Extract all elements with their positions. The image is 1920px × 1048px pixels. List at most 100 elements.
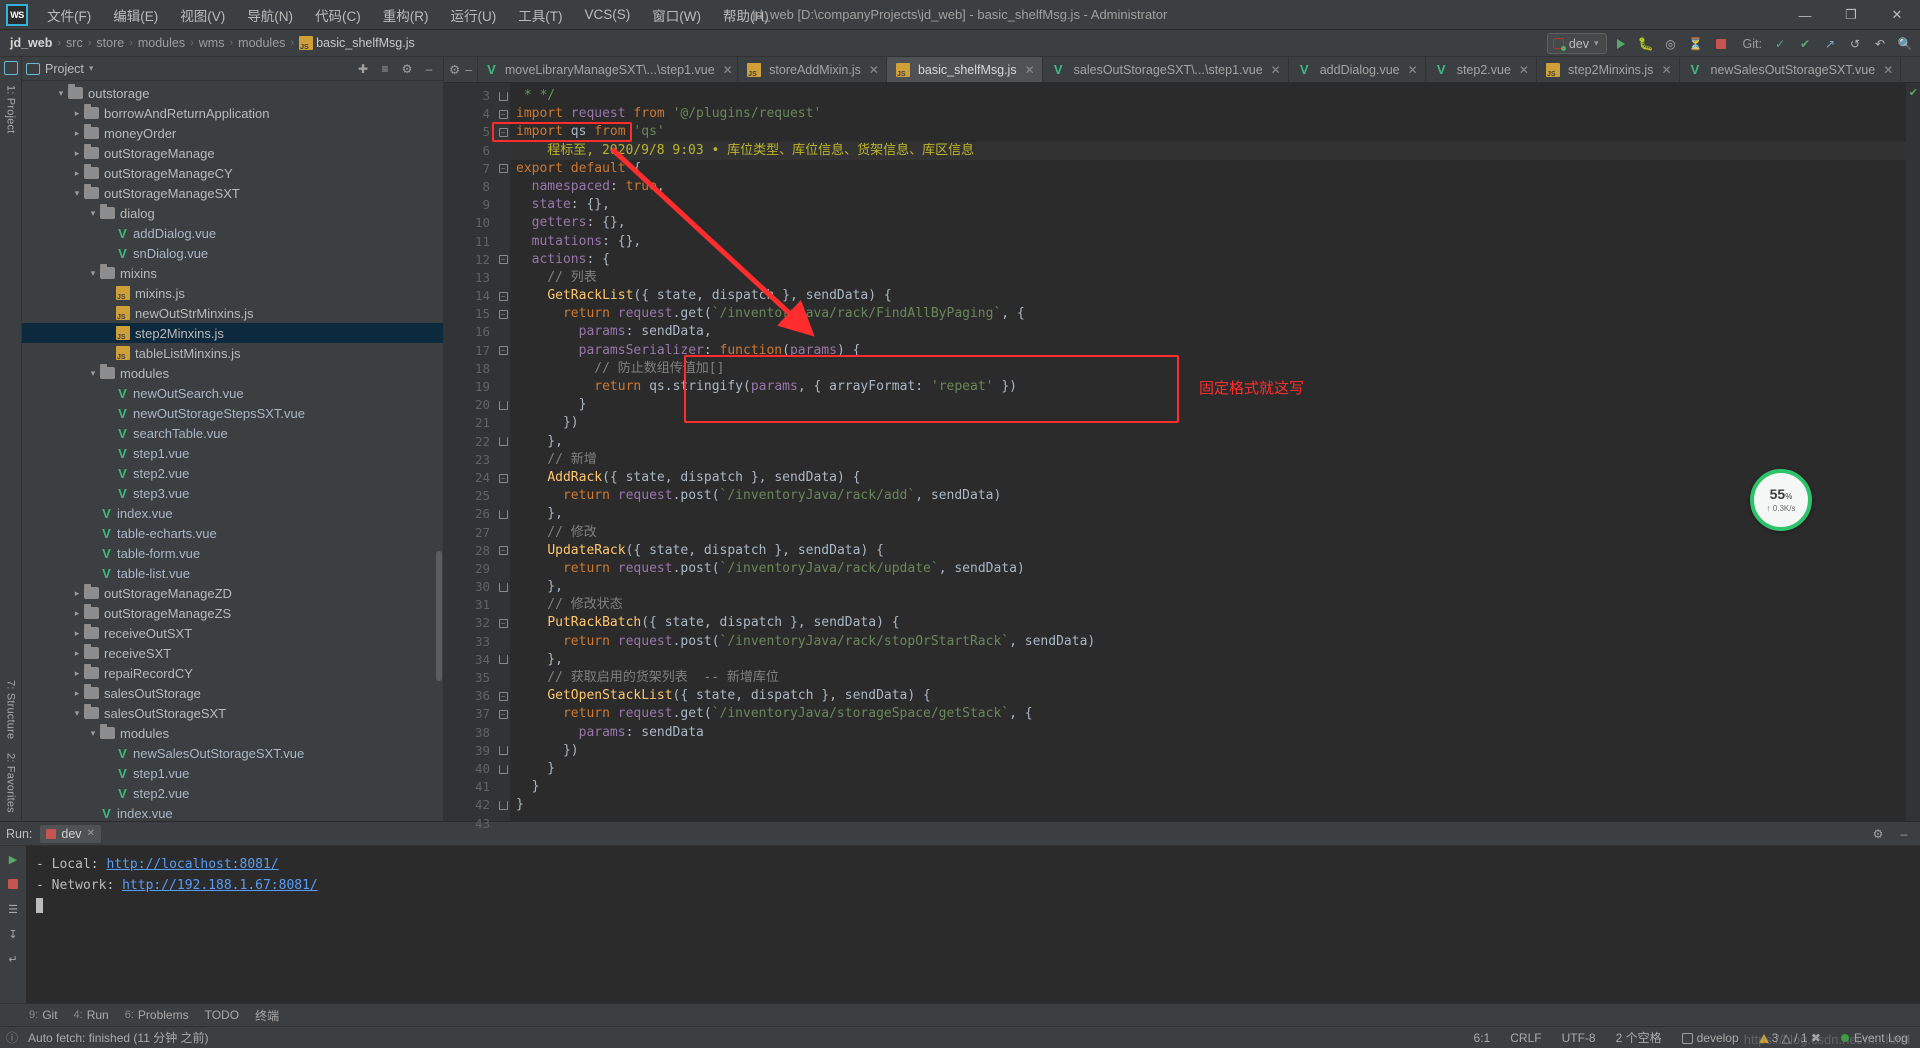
fold-marker[interactable]: −	[496, 687, 510, 705]
hide-panel-icon[interactable]: –	[1894, 824, 1914, 844]
chevron-down-icon[interactable]: ▾	[70, 708, 84, 718]
code-line[interactable]: }	[510, 778, 1906, 796]
code-line[interactable]: paramsSerializer: function(params) {	[510, 342, 1906, 360]
git-update-icon[interactable]: ✓	[1769, 33, 1791, 55]
tree-folder-row[interactable]: ▾ outstorage	[22, 83, 443, 103]
code-line[interactable]: GetRackList({ state, dispatch }, sendDat…	[510, 287, 1906, 305]
breadcrumb-item[interactable]: modules	[234, 35, 289, 51]
chevron-down-icon[interactable]: ▾	[86, 268, 100, 278]
tree-file-row[interactable]: Vtable-form.vue	[22, 543, 443, 563]
tree-file-row[interactable]: step2Minxins.js	[22, 323, 443, 343]
indent-setting[interactable]: 2 个空格	[1612, 1028, 1666, 1047]
tool-terminal[interactable]: 终端	[248, 1005, 286, 1026]
fold-marker[interactable]: −	[496, 251, 510, 269]
settings-gear-icon[interactable]: ⚙	[449, 62, 460, 77]
code-line[interactable]: },	[510, 505, 1906, 523]
code-line[interactable]: // 列表	[510, 269, 1906, 287]
code-line[interactable]: state: {},	[510, 196, 1906, 214]
run-configuration-selector[interactable]: dev ▾	[1546, 33, 1607, 54]
code-line[interactable]: export default {	[510, 160, 1906, 178]
tree-folder-row[interactable]: ▾ salesOutStorageSXT	[22, 703, 443, 723]
tree-folder-row[interactable]: ▾ modules	[22, 363, 443, 383]
tree-folder-row[interactable]: ▸ receiveSXT	[22, 643, 443, 663]
fold-marker[interactable]: −	[496, 542, 510, 560]
tree-file-row[interactable]: Vindex.vue	[22, 803, 443, 821]
tree-folder-row[interactable]: ▸ outStorageManageZS	[22, 603, 443, 623]
code-line[interactable]: * */	[510, 87, 1906, 105]
code-line[interactable]: }	[510, 796, 1906, 814]
chevron-right-icon[interactable]: ▸	[70, 108, 84, 118]
fold-marker[interactable]: −	[496, 160, 510, 178]
code-content[interactable]: * */ import request from '@/plugins/reque…	[510, 83, 1906, 821]
breadcrumb-item[interactable]: wms	[195, 35, 229, 51]
close-icon[interactable]: ✕	[723, 63, 733, 77]
editor-tab[interactable]: VnewSalesOutStorageSXT.vue ✕	[1680, 57, 1902, 82]
tree-file-row[interactable]: Vstep2.vue	[22, 463, 443, 483]
tool-problems[interactable]: 6: Problems	[118, 1006, 196, 1024]
code-line[interactable]: UpdateRack({ state, dispatch }, sendData…	[510, 542, 1906, 560]
menu-view[interactable]: 视图(V)	[169, 1, 236, 29]
fold-marker[interactable]	[496, 578, 510, 596]
chevron-down-icon[interactable]: ▾	[86, 208, 100, 218]
code-line[interactable]: })	[510, 414, 1906, 432]
tree-file-row[interactable]: newOutStrMinxins.js	[22, 303, 443, 323]
tree-folder-row[interactable]: ▸ repaiRecordCY	[22, 663, 443, 683]
expand-all-icon[interactable]: ✚	[353, 59, 373, 79]
run-tab-dev[interactable]: dev ✕	[40, 824, 101, 843]
code-line[interactable]: },	[510, 578, 1906, 596]
code-line[interactable]: return request.get(`/inventoryJava/rack/…	[510, 305, 1906, 323]
project-file-tree[interactable]: ▾ outstorage ▸ borrowAndReturnApplication ▸ m…	[22, 81, 443, 821]
editor-marker-strip[interactable]: ✔	[1906, 83, 1920, 821]
close-icon[interactable]: ✕	[1271, 63, 1281, 77]
hide-tabs-icon[interactable]: –	[465, 63, 472, 77]
tree-file-row[interactable]: Vstep2.vue	[22, 783, 443, 803]
editor-tab[interactable]: VaddDialog.vue ✕	[1289, 57, 1426, 82]
tree-file-row[interactable]: Vtable-list.vue	[22, 563, 443, 583]
chevron-down-icon[interactable]: ▾	[86, 728, 100, 738]
editor-tab[interactable]: VmoveLibraryManageSXT\...\step1.vue ✕	[478, 57, 739, 82]
tree-folder-row[interactable]: ▸ borrowAndReturnApplication	[22, 103, 443, 123]
fold-marker[interactable]: −	[496, 105, 510, 123]
tree-folder-row[interactable]: ▸ salesOutStorage	[22, 683, 443, 703]
line-separator[interactable]: CRLF	[1506, 1030, 1545, 1046]
breadcrumb-file[interactable]: basic_shelfMsg.js	[295, 35, 419, 51]
tab-overflow-controls[interactable]: ⚙ –	[444, 57, 479, 82]
fold-marker[interactable]	[496, 742, 510, 760]
chevron-right-icon[interactable]: ▸	[70, 648, 84, 658]
close-icon[interactable]: ✕	[869, 63, 879, 77]
menu-window[interactable]: 窗口(W)	[641, 1, 712, 29]
collapse-all-icon[interactable]: ≡	[375, 59, 395, 79]
code-line[interactable]: // 修改	[510, 524, 1906, 542]
console-link[interactable]: http://192.188.1.67:8081/	[122, 878, 318, 893]
tree-scrollbar[interactable]	[436, 551, 442, 681]
breadcrumb-item[interactable]: store	[92, 35, 128, 51]
breadcrumb-project[interactable]: jd_web	[6, 35, 56, 51]
code-line[interactable]: }	[510, 760, 1906, 778]
code-line[interactable]: 程标至, 2020/9/8 9:03 • 库位类型、库位信息、货架信息、库区信息	[510, 141, 1906, 160]
chevron-down-icon[interactable]: ▾	[54, 88, 68, 98]
menu-navigate[interactable]: 导航(N)	[236, 1, 304, 29]
menu-tools[interactable]: 工具(T)	[507, 1, 573, 29]
chevron-right-icon[interactable]: ▸	[70, 588, 84, 598]
scroll-end-icon[interactable]: ↧	[4, 925, 22, 943]
close-icon[interactable]: ✕	[87, 828, 95, 839]
tree-file-row[interactable]: VsearchTable.vue	[22, 423, 443, 443]
fold-marker[interactable]	[496, 433, 510, 451]
tree-folder-row[interactable]: ▾ mixins	[22, 263, 443, 283]
rail-item-structure[interactable]: 7: Structure	[5, 676, 17, 743]
tool-todo[interactable]: TODO	[198, 1006, 246, 1024]
git-push-icon[interactable]: ↗	[1819, 33, 1841, 55]
settings-gear-icon[interactable]: ⚙	[1868, 824, 1888, 844]
code-line[interactable]: PutRackBatch({ state, dispatch }, sendDa…	[510, 614, 1906, 632]
code-line[interactable]: return qs.stringify(params, { arrayForma…	[510, 378, 1906, 396]
maximize-button[interactable]: ❐	[1828, 0, 1874, 30]
tree-file-row[interactable]: VnewOutSearch.vue	[22, 383, 443, 403]
close-icon[interactable]: ✕	[1661, 63, 1671, 77]
code-line[interactable]: }	[510, 396, 1906, 414]
fold-marker[interactable]	[496, 87, 510, 105]
code-line[interactable]: getters: {},	[510, 214, 1906, 232]
editor-tab[interactable]: storeAddMixin.js ✕	[738, 57, 887, 82]
menu-edit[interactable]: 编辑(E)	[102, 1, 169, 29]
chevron-right-icon[interactable]: ▸	[70, 668, 84, 678]
fold-marker[interactable]: −	[496, 342, 510, 360]
